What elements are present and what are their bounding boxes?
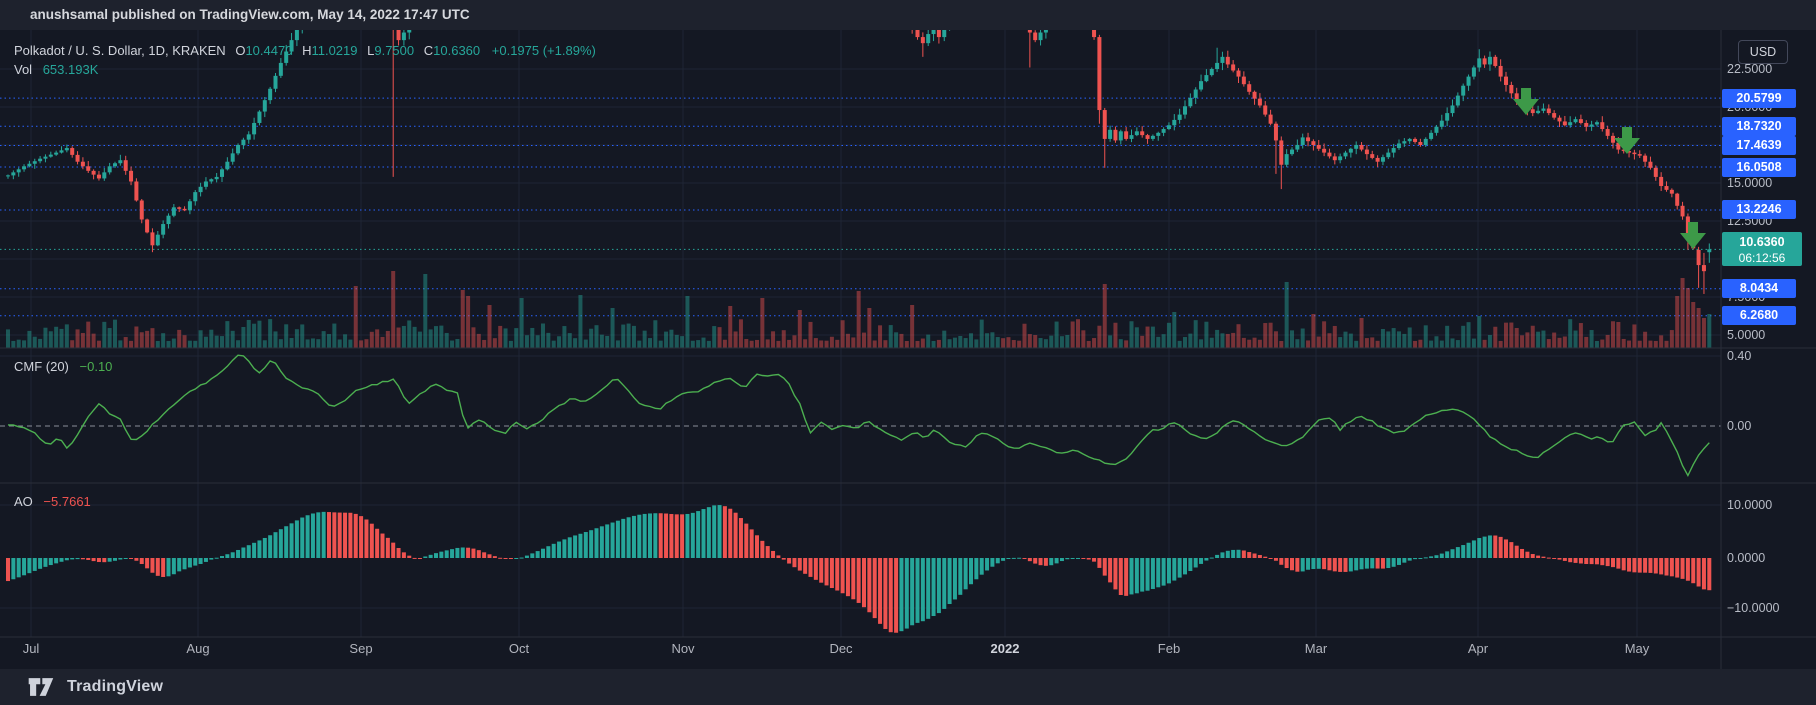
close-label: C bbox=[424, 43, 433, 58]
time-label-Aug[interactable]: Aug bbox=[168, 641, 228, 656]
ao-label: AO bbox=[14, 494, 33, 509]
ao-legend: AO −5.7661 bbox=[14, 494, 91, 509]
price-alert-badge[interactable]: 6.2680 bbox=[1722, 306, 1796, 325]
chart-plot[interactable] bbox=[0, 30, 1816, 669]
ao-axis-label: 0.0000 bbox=[1727, 550, 1765, 566]
price-alert-badge[interactable]: 16.0508 bbox=[1722, 158, 1796, 177]
time-label-Oct[interactable]: Oct bbox=[489, 641, 549, 656]
time-label-Nov[interactable]: Nov bbox=[653, 641, 713, 656]
price-alert-badge[interactable]: 18.7320 bbox=[1722, 117, 1796, 136]
volume-legend: Vol 653.193K bbox=[14, 62, 98, 77]
tradingview-logo-icon[interactable] bbox=[28, 677, 58, 697]
volume-value: 653.193K bbox=[43, 62, 99, 77]
price-alert-badge[interactable]: 8.0434 bbox=[1722, 279, 1796, 298]
time-label-Jul[interactable]: Jul bbox=[1, 641, 61, 656]
current-price-value: 10.6360 bbox=[1722, 234, 1802, 250]
price-alert-badge[interactable]: 13.2246 bbox=[1722, 200, 1796, 219]
price-alert-badge[interactable]: 17.4639 bbox=[1722, 136, 1796, 155]
current-price-badge[interactable]: 10.636006:12:56 bbox=[1722, 232, 1802, 266]
low-value: 9.7500 bbox=[374, 43, 414, 58]
price-grid-label: 15.0000 bbox=[1727, 175, 1772, 191]
attribution-text: anushsamal published on TradingView.com,… bbox=[30, 7, 470, 22]
change-value: +0.1975 (+1.89%) bbox=[492, 43, 596, 58]
time-label-Dec[interactable]: Dec bbox=[811, 641, 871, 656]
cmf-value: −0.10 bbox=[80, 359, 113, 374]
price-alert-badge[interactable]: 20.5799 bbox=[1722, 89, 1796, 108]
time-label-Feb[interactable]: Feb bbox=[1139, 641, 1199, 656]
volume-label: Vol bbox=[14, 62, 32, 77]
high-value: 11.0219 bbox=[311, 43, 357, 58]
cmf-axis-label: 0.40 bbox=[1727, 348, 1751, 364]
open-label: O bbox=[235, 43, 245, 58]
time-label-Sep[interactable]: Sep bbox=[331, 641, 391, 656]
tradingview-snapshot: anushsamal published on TradingView.com,… bbox=[0, 0, 1816, 705]
cmf-axis-label: 0.00 bbox=[1727, 418, 1751, 434]
cmf-label: CMF (20) bbox=[14, 359, 69, 374]
attribution-bar: anushsamal published on TradingView.com,… bbox=[0, 0, 1816, 30]
symbol-title: Polkadot / U. S. Dollar, 1D, KRAKEN bbox=[14, 43, 226, 58]
open-value: 10.4470 bbox=[245, 43, 292, 58]
bar-countdown: 06:12:56 bbox=[1722, 250, 1802, 266]
footer-bar: TradingView bbox=[0, 669, 1816, 705]
price-grid-label: 5.0000 bbox=[1727, 327, 1765, 343]
ao-axis-label: 10.0000 bbox=[1727, 497, 1772, 513]
cmf-legend: CMF (20) −0.10 bbox=[14, 359, 112, 374]
currency-toggle-button[interactable]: USD bbox=[1738, 40, 1788, 64]
time-label-May[interactable]: May bbox=[1607, 641, 1667, 656]
close-value: 10.6360 bbox=[433, 43, 480, 58]
time-label-Apr[interactable]: Apr bbox=[1448, 641, 1508, 656]
ao-value: −5.7661 bbox=[43, 494, 90, 509]
symbol-legend: Polkadot / U. S. Dollar, 1D, KRAKEN O10.… bbox=[14, 43, 596, 58]
time-label-2022[interactable]: 2022 bbox=[975, 641, 1035, 656]
time-label-Mar[interactable]: Mar bbox=[1286, 641, 1346, 656]
chart-area: Polkadot / U. S. Dollar, 1D, KRAKEN O10.… bbox=[0, 30, 1816, 669]
ao-axis-label: −10.0000 bbox=[1727, 600, 1779, 616]
footer-brand[interactable]: TradingView bbox=[67, 678, 163, 696]
